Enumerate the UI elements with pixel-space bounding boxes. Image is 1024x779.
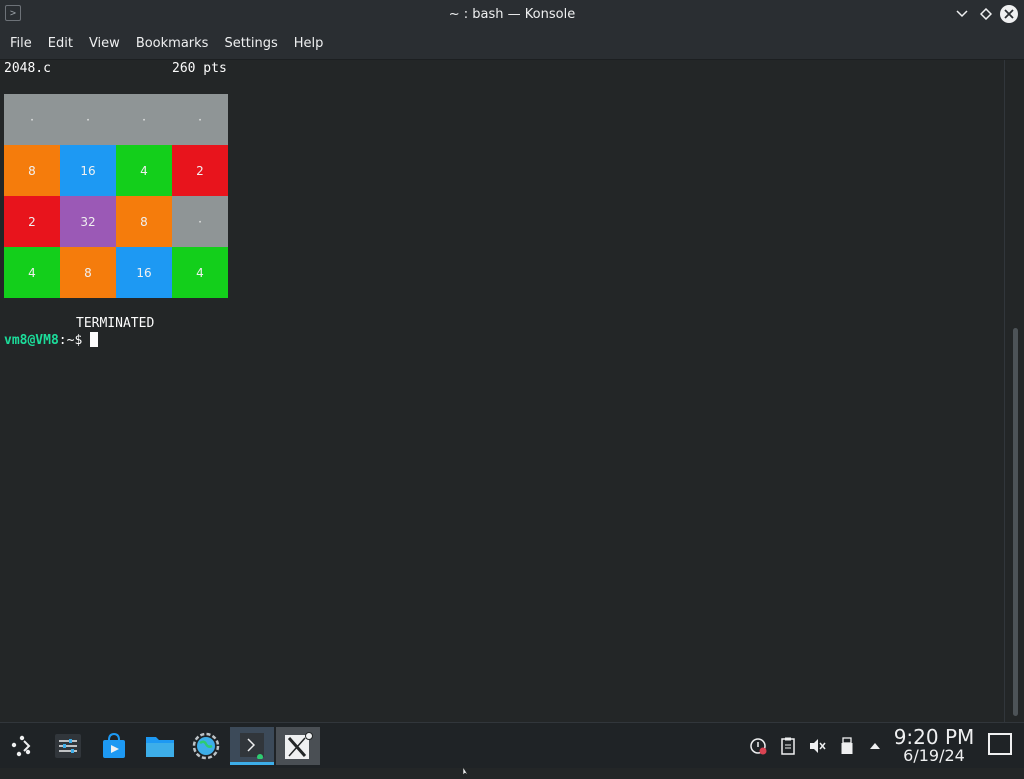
shell-prompt[interactable]: vm8@VM8:~$	[4, 332, 99, 349]
show-desktop-icon[interactable]	[988, 733, 1012, 755]
konsole-task-icon[interactable]	[230, 727, 274, 765]
menu-view[interactable]: View	[81, 29, 128, 59]
scrollbar[interactable]	[1004, 60, 1024, 722]
menu-bookmarks[interactable]: Bookmarks	[128, 29, 217, 59]
board-tile: 16	[60, 145, 116, 196]
mouse-pointer-icon	[462, 760, 472, 779]
clock-date[interactable]: 6/19/24	[880, 747, 988, 765]
discover-store-icon[interactable]	[92, 727, 136, 765]
usb-device-icon[interactable]	[838, 737, 856, 755]
application-launcher-icon[interactable]	[0, 727, 44, 765]
window-titlebar[interactable]: > ~ : bash — Konsole	[0, 0, 1024, 29]
menu-bar: File Edit View Bookmarks Settings Help	[0, 29, 1024, 59]
system-settings-icon[interactable]	[46, 727, 90, 765]
game-board: · · · · 8 16 4 2 2 32 8 · 4 8 16 4	[4, 94, 228, 298]
board-tile: 8	[116, 196, 172, 247]
board-tile: 4	[172, 247, 228, 298]
board-tile: 4	[116, 145, 172, 196]
scrollbar-thumb[interactable]	[1013, 328, 1018, 716]
maximize-icon[interactable]	[977, 5, 995, 23]
terminal-view[interactable]: 2048.c 260 pts · · · · 8 16 4 2 2 32 8 · 4 8 16 4 TERMI…	[0, 60, 1004, 722]
board-tile: ·	[4, 94, 60, 145]
text-cursor	[90, 332, 99, 347]
close-icon[interactable]	[1000, 5, 1018, 23]
board-tile: 8	[60, 247, 116, 298]
board-tile: 8	[4, 145, 60, 196]
game-status: TERMINATED	[76, 316, 155, 331]
volume-muted-icon[interactable]	[808, 737, 826, 755]
board-tile: 32	[60, 196, 116, 247]
board-tile: 16	[116, 247, 172, 298]
board-tile: ·	[172, 94, 228, 145]
minimize-icon[interactable]	[953, 5, 971, 23]
board-tile: ·	[60, 94, 116, 145]
menu-help[interactable]: Help	[286, 29, 332, 59]
taskbar	[0, 722, 1024, 768]
window-title: ~ : bash — Konsole	[448, 7, 576, 22]
menu-settings[interactable]: Settings	[216, 29, 285, 59]
clipboard-icon[interactable]	[779, 737, 797, 755]
prompt-path: :~$	[58, 333, 83, 348]
game-name: 2048.c	[4, 61, 51, 76]
x11-icon[interactable]	[276, 727, 320, 765]
konsole-app-icon[interactable]: >	[5, 5, 21, 21]
updates-icon[interactable]	[749, 737, 767, 755]
board-tile: 2	[172, 145, 228, 196]
board-tile: ·	[116, 94, 172, 145]
board-tile: 2	[4, 196, 60, 247]
web-browser-icon[interactable]	[184, 727, 228, 765]
prompt-user: vm8@VM8	[4, 333, 59, 348]
menu-edit[interactable]: Edit	[40, 29, 81, 59]
board-tile: ·	[172, 196, 228, 247]
board-tile: 4	[4, 247, 60, 298]
dolphin-files-icon[interactable]	[138, 727, 182, 765]
game-score: 260 pts	[172, 61, 227, 76]
menu-file[interactable]: File	[2, 29, 40, 59]
